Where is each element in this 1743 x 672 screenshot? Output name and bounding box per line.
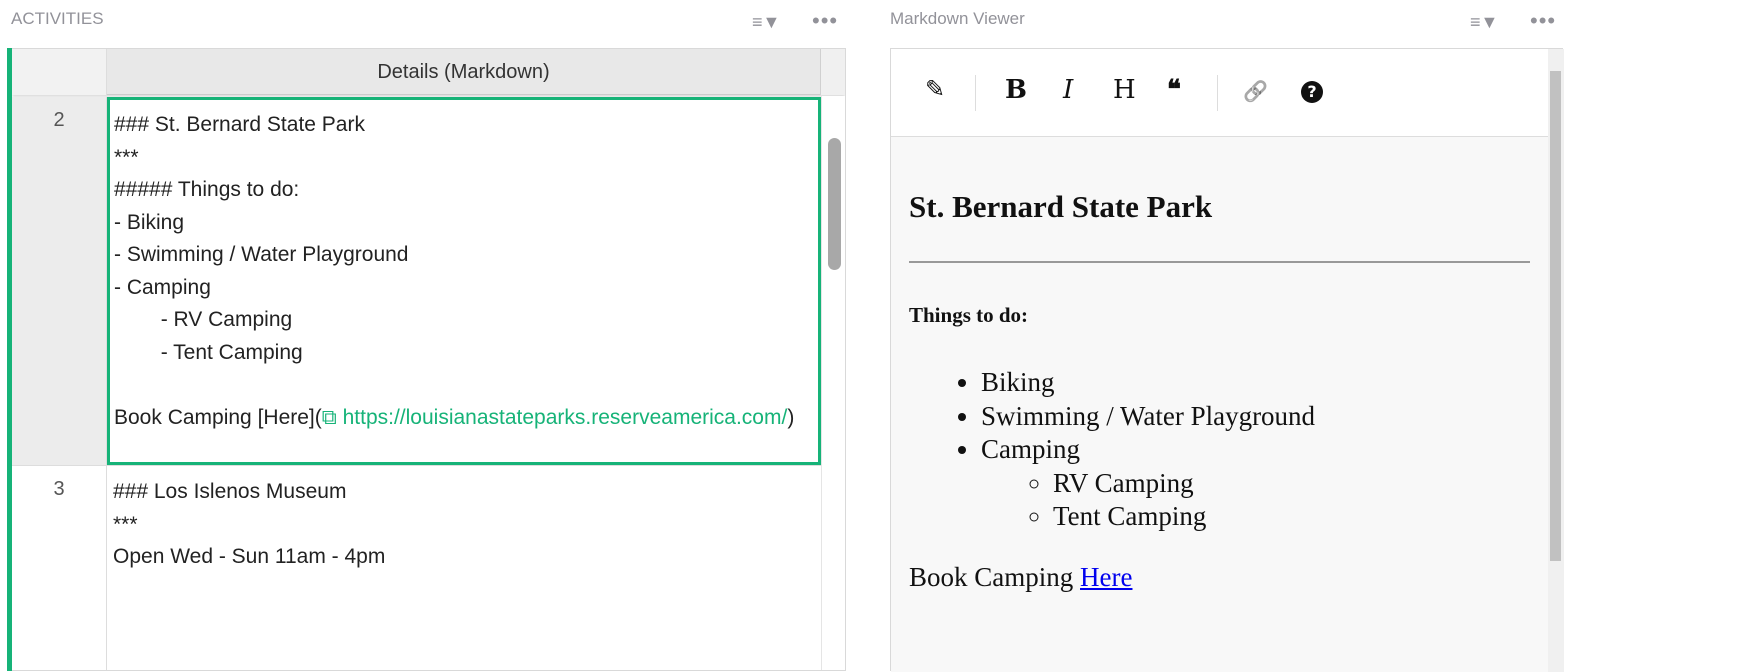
help-icon[interactable]: ? xyxy=(1301,81,1323,103)
preview-heading: St. Bernard State Park xyxy=(909,189,1213,224)
link-icon: ⧉ xyxy=(321,405,343,429)
cell-text-tail: ) xyxy=(787,405,795,429)
quote-icon[interactable]: ❝ xyxy=(1167,75,1181,105)
table-row[interactable]: 2 ### St. Bernard State Park *** ##### T… xyxy=(12,97,821,466)
sort-filter-icon[interactable]: ≡▼ xyxy=(1470,12,1498,33)
markdown-preview: St. Bernard State Park Things to do: Bik… xyxy=(891,137,1548,672)
scrollbar-thumb[interactable] xyxy=(1550,71,1561,561)
paragraph-text: Book Camping xyxy=(909,561,1081,592)
cell-text: ### St. Bernard State Park *** ##### Thi… xyxy=(114,113,409,429)
list-item: Biking xyxy=(981,366,1530,400)
toolbar-divider xyxy=(1217,75,1218,111)
vertical-scrollbar[interactable] xyxy=(821,96,845,670)
editor-toolbar: ✎ B I H ❝ 🔗 ? xyxy=(891,49,1548,137)
link-icon[interactable]: 🔗 xyxy=(1243,79,1268,103)
more-options-icon[interactable]: ••• xyxy=(812,8,838,34)
list-item: Tent Camping xyxy=(1053,500,1530,534)
preview-paragraph: Book Camping Here xyxy=(909,562,1530,593)
toolbar-divider xyxy=(975,75,976,111)
list-item: Swimming / Water Playground xyxy=(981,400,1530,434)
row-number-header xyxy=(12,49,107,95)
heading-button[interactable]: H xyxy=(1113,75,1136,105)
vertical-scrollbar[interactable] xyxy=(1548,49,1564,672)
activities-grid-panel: Details (Markdown) 2 ### St. Bernard Sta… xyxy=(0,48,847,671)
header-corner xyxy=(821,49,845,95)
cell-text: ### Los Islenos Museum *** Open Wed - Su… xyxy=(113,480,386,568)
preview-subheading: Things to do: xyxy=(909,303,1029,327)
list-item: Camping RV Camping Tent Camping xyxy=(981,433,1530,534)
panel-title-activities: ACTIVITIES xyxy=(11,9,104,28)
data-grid: Details (Markdown) 2 ### St. Bernard Sta… xyxy=(12,48,846,671)
table-row[interactable]: 3 ### Los Islenos Museum *** Open Wed - … xyxy=(12,466,821,670)
cell-link[interactable]: https://louisianastateparks.reserveameri… xyxy=(343,406,788,429)
list-item-text: Camping xyxy=(981,434,1080,464)
row-number: 2 xyxy=(12,97,107,465)
here-link[interactable]: Here xyxy=(1080,562,1132,592)
panel-title-markdown-viewer: Markdown Viewer xyxy=(890,9,1025,28)
column-header-details[interactable]: Details (Markdown) xyxy=(107,49,821,95)
sort-filter-icon[interactable]: ≡▼ xyxy=(752,12,780,33)
more-options-icon[interactable]: ••• xyxy=(1530,8,1556,34)
markdown-viewer-panel: ✎ B I H ❝ 🔗 ? St. Bernard State Park Thi… xyxy=(890,48,1564,672)
list-item: RV Camping xyxy=(1053,467,1530,501)
edit-pencil-icon[interactable]: ✎ xyxy=(925,75,945,103)
preview-rule xyxy=(909,261,1530,263)
italic-button[interactable]: I xyxy=(1063,75,1073,105)
details-cell[interactable]: ### St. Bernard State Park *** ##### Thi… xyxy=(107,97,821,465)
scrollbar-thumb[interactable] xyxy=(828,138,841,270)
details-cell[interactable]: ### Los Islenos Museum *** Open Wed - Su… xyxy=(107,466,821,670)
grid-header: Details (Markdown) xyxy=(12,49,845,95)
preview-list: Biking Swimming / Water Playground Campi… xyxy=(909,366,1530,534)
row-number: 3 xyxy=(12,466,107,670)
bold-button[interactable]: B xyxy=(1005,75,1027,105)
